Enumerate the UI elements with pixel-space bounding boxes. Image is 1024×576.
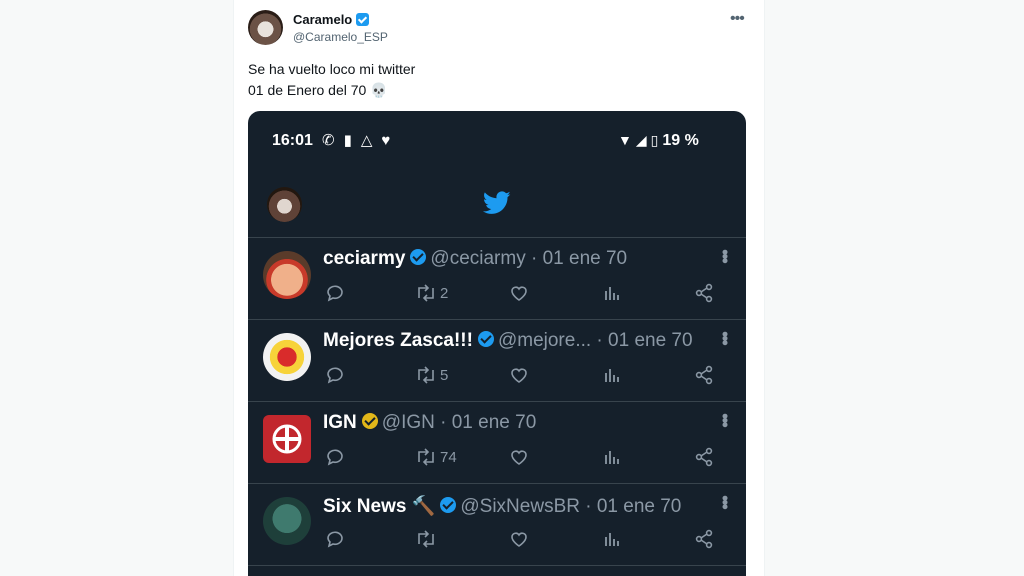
drive-icon: △ (360, 132, 373, 149)
like-icon[interactable] (509, 529, 529, 549)
avatar[interactable] (263, 251, 311, 299)
verified-gold-icon (361, 413, 378, 429)
author-name-row[interactable]: Caramelo (293, 12, 370, 27)
tweet-header: Six News 🔨 @SixNewsBR · 01 ene 70 (323, 494, 681, 518)
tweet-row[interactable]: Mejores Zasca!!! @mejore... · 01 ene 70 •… (248, 320, 746, 402)
status-notification-icons: ✆ ▮ △ ♥ (322, 131, 399, 149)
twitter-bird-icon[interactable] (482, 191, 511, 220)
signal-icon: ◢ (635, 132, 647, 148)
attached-screenshot[interactable]: 16:01 ✆ ▮ △ ♥ ▼ ◢ ▯ 19 % ceciarmy @ceciarmy · 0… (248, 111, 746, 576)
more-icon[interactable]: ••• (714, 495, 735, 508)
views-icon[interactable] (602, 283, 622, 303)
avatar[interactable] (263, 497, 311, 545)
tweet-author-name[interactable]: Mejores Zasca!!! (323, 330, 473, 351)
tweet-meta: @SixNewsBR · 01 ene 70 (460, 496, 682, 517)
right-margin (763, 0, 1024, 576)
profile-avatar[interactable] (267, 187, 302, 222)
more-icon[interactable]: ••• (714, 413, 735, 426)
tweet-author-name[interactable]: IGN (323, 412, 357, 433)
retweet-button[interactable]: 2 (415, 283, 448, 303)
retweet-icon (418, 448, 434, 466)
author-avatar[interactable] (248, 10, 283, 45)
reply-icon[interactable] (325, 365, 345, 385)
tweet-actions (323, 529, 723, 555)
tweet-header: ceciarmy @ceciarmy · 01 ene 70 (323, 248, 627, 270)
retweet-count: 74 (440, 448, 457, 466)
reply-icon[interactable] (325, 283, 345, 303)
retweet-button[interactable]: 5 (415, 365, 448, 385)
battery-alert-icon: ▮ (343, 132, 352, 149)
avatar[interactable] (263, 333, 311, 381)
ign-logo-icon (272, 424, 302, 454)
battery-icon: ▯ (650, 132, 659, 148)
share-icon[interactable] (694, 529, 714, 549)
more-icon[interactable]: ••• (714, 249, 735, 262)
tweet-author-name[interactable]: ceciarmy (323, 248, 405, 269)
verified-icon (356, 13, 370, 26)
share-icon[interactable] (694, 283, 714, 303)
more-icon[interactable]: ••• (714, 331, 735, 344)
tweet-header: IGN @IGN · 01 ene 70 (323, 412, 536, 434)
retweet-count: 5 (440, 366, 449, 384)
battery-level: 19 % (662, 132, 699, 149)
heart-icon: ♥ (381, 132, 391, 149)
like-icon[interactable] (509, 447, 529, 467)
tweet-meta: @ceciarmy · 01 ene 70 (430, 248, 628, 269)
views-icon[interactable] (602, 365, 622, 385)
like-icon[interactable] (509, 283, 529, 303)
author-name[interactable]: Caramelo (293, 12, 352, 27)
retweet-count: 2 (440, 284, 449, 302)
verified-icon (440, 497, 457, 513)
tweet-actions: 74 (323, 447, 723, 473)
verified-icon (410, 249, 427, 265)
tweet-actions: 2 (323, 283, 723, 309)
retweet-icon (418, 284, 434, 302)
tweet-actions: 5 (323, 365, 723, 391)
share-icon[interactable] (694, 365, 714, 385)
author-handle[interactable]: @Caramelo_ESP (293, 30, 388, 44)
tweet-row[interactable]: IGN @IGN · 01 ene 70 ••• 74 (248, 402, 746, 484)
whatsapp-icon: ✆ (322, 132, 335, 149)
post-text-line-2: 01 de Enero del 70 💀 (248, 82, 388, 98)
tweet-author-name[interactable]: Six News 🔨 (323, 496, 435, 517)
tweet-meta: @mejore... · 01 ene 70 (497, 330, 693, 351)
views-icon[interactable] (602, 529, 622, 549)
post-card: Caramelo @Caramelo_ESP ••• Se ha vuelto … (233, 0, 765, 576)
verified-icon (477, 331, 494, 347)
tweet-row[interactable]: ceciarmy @ceciarmy · 01 ene 70 ••• 2 (248, 238, 746, 320)
tweet-header: Mejores Zasca!!! @mejore... · 01 ene 70 (323, 330, 693, 352)
reply-icon[interactable] (325, 447, 345, 467)
post-text-line-1: Se ha vuelto loco mi twitter (248, 61, 416, 77)
avatar[interactable] (263, 415, 311, 463)
more-options-icon[interactable]: ••• (730, 10, 745, 28)
retweet-button[interactable]: 74 (415, 447, 457, 467)
status-right: ▼ ◢ ▯ 19 % (618, 132, 699, 150)
retweet-icon (418, 366, 434, 384)
views-icon[interactable] (602, 447, 622, 467)
left-margin (0, 0, 233, 576)
tweet-row[interactable]: Six News 🔨 @SixNewsBR · 01 ene 70 ••• (248, 484, 746, 566)
share-icon[interactable] (694, 447, 714, 467)
wifi-icon: ▼ (618, 132, 632, 148)
tweet-meta: @IGN · 01 ene 70 (381, 412, 537, 433)
status-time: 16:01 (272, 132, 313, 149)
retweet-icon (418, 530, 434, 548)
reply-icon[interactable] (325, 529, 345, 549)
retweet-button[interactable] (415, 529, 437, 549)
like-icon[interactable] (509, 365, 529, 385)
